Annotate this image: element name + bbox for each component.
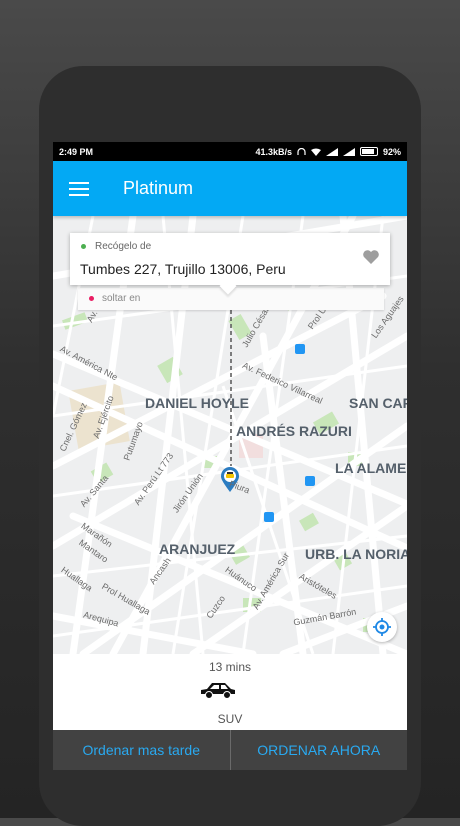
my-location-icon	[373, 618, 391, 636]
hamburger-menu-icon[interactable]	[69, 181, 89, 196]
battery-level: 92%	[382, 146, 401, 157]
dropoff-label: soltar en	[102, 293, 141, 304]
car-icon[interactable]	[199, 680, 237, 700]
action-bar: Ordenar mas tarde ORDENAR AHORA	[53, 730, 407, 770]
district-label: SAN CAR	[349, 395, 407, 411]
district-label: LA ALAME	[335, 460, 407, 476]
bus-stop-icon	[305, 476, 315, 486]
app-bar: Platinum	[53, 161, 407, 216]
bus-stop-icon	[295, 344, 305, 354]
status-bar: 2:49 PM 41.3kB/s 92%	[53, 142, 407, 161]
order-now-button[interactable]: ORDENAR AHORA	[231, 730, 408, 770]
heart-icon[interactable]	[362, 249, 380, 265]
district-label: DANIEL HOYLE	[145, 395, 249, 411]
vehicle-type-label: SUV	[217, 712, 243, 726]
district-label: URB. LA NORIA	[305, 546, 407, 562]
signal-icon-2	[342, 147, 355, 156]
signal-icon	[325, 147, 338, 156]
headphones-icon	[297, 147, 306, 155]
district-label: ARANJUEZ	[159, 541, 236, 557]
dropoff-dot-icon	[89, 296, 94, 301]
pickup-dot-icon	[81, 244, 86, 249]
pickup-label: Recógelo de	[95, 241, 152, 252]
district-label: ANDRÉS RAZURI	[236, 423, 352, 439]
network-speed: 41.3kB/s	[255, 146, 292, 157]
app-screen: 2:49 PM 41.3kB/s 92% Platinum DANIEL HOY…	[53, 142, 407, 770]
page-title: Platinum	[123, 178, 194, 198]
eta-text: 13 mins	[208, 660, 252, 674]
pickup-address[interactable]: Tumbes 227, Trujillo 13006, Peru	[80, 261, 286, 277]
bus-stop-icon	[264, 512, 274, 522]
wifi-icon	[310, 148, 321, 156]
status-time: 2:49 PM	[59, 146, 94, 157]
battery-icon	[359, 147, 378, 156]
my-location-button[interactable]	[367, 612, 397, 642]
pickup-location-card[interactable]: Recógelo de Tumbes 227, Trujillo 13006, …	[70, 233, 390, 285]
order-later-button[interactable]: Ordenar mas tarde	[53, 730, 230, 770]
vehicle-panel[interactable]: 13 mins SUV	[53, 654, 407, 730]
